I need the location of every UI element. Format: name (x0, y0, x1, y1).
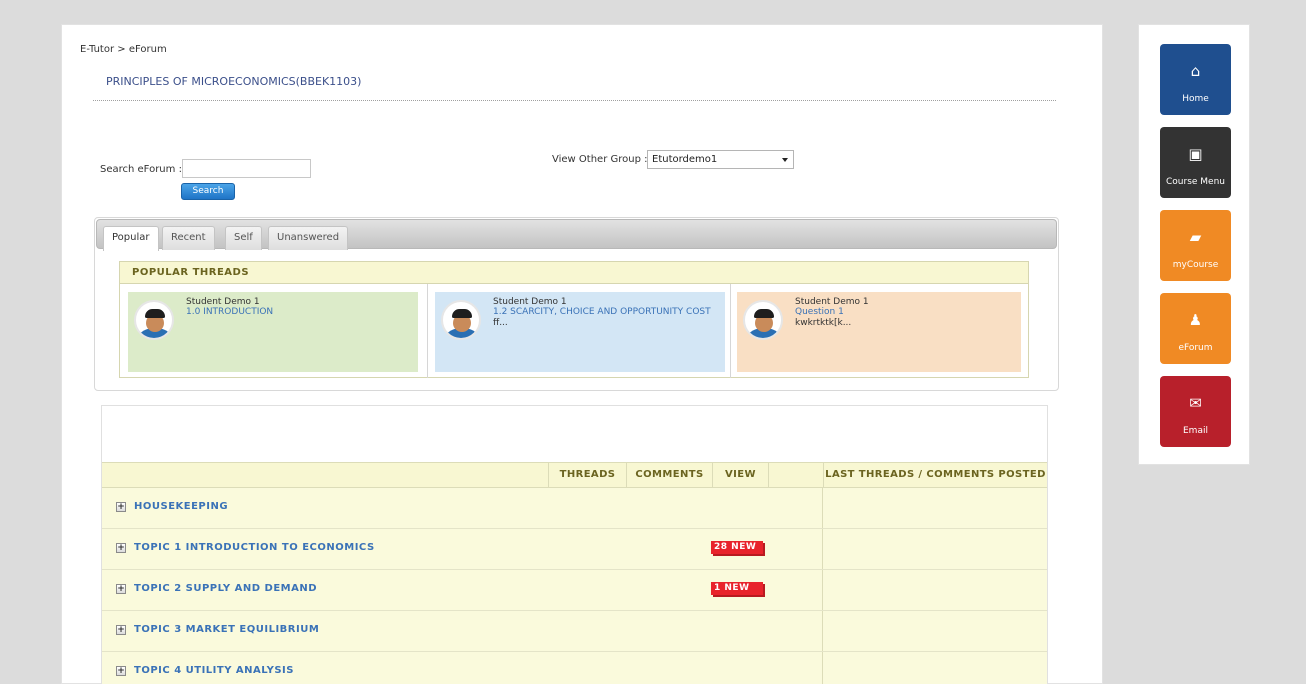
home-icon: ⌂ (1190, 62, 1201, 80)
nav-course-menu-label: Course Menu (1166, 177, 1225, 187)
notebook-icon: ▰ (1189, 228, 1202, 246)
search-label: Search eForum : (100, 164, 182, 175)
chevron-down-icon (782, 158, 788, 162)
thread-author: Student Demo 1 (493, 297, 567, 307)
course-menu-icon: ▣ (1188, 145, 1203, 163)
nav-home-button[interactable]: ⌂ Home (1160, 44, 1231, 115)
tab-unanswered[interactable]: Unanswered (268, 226, 349, 250)
nav-email-button[interactable]: ✉ Email (1160, 376, 1231, 447)
group-label: View Other Group : (552, 154, 648, 165)
people-icon: ♟ (1188, 311, 1203, 329)
nav-eforum-label: eForum (1178, 343, 1213, 353)
divider (427, 284, 428, 378)
column-threads: THREADS (548, 463, 626, 487)
tab-popular[interactable]: Popular (103, 226, 159, 251)
forum-topics-table: THREADS COMMENTS VIEW LAST THREADS / COM… (102, 462, 1047, 684)
table-row[interactable]: + TOPIC 1 INTRODUCTION TO ECONOMICS 28 N… (102, 529, 1047, 570)
thread-card[interactable]: Student Demo 1 Question 1 kwkrtktk[k... (737, 292, 1021, 372)
topic-link[interactable]: TOPIC 2 SUPPLY AND DEMAND (134, 583, 317, 594)
expand-icon[interactable]: + (116, 625, 126, 635)
thread-author: Student Demo 1 (186, 297, 260, 307)
title-divider (93, 100, 1056, 101)
nav-home-label: Home (1182, 94, 1209, 104)
thread-card[interactable]: Student Demo 1 1.2 SCARCITY, CHOICE AND … (435, 292, 725, 372)
thread-author: Student Demo 1 (795, 297, 869, 307)
table-row[interactable]: + TOPIC 2 SUPPLY AND DEMAND 1 NEW (102, 570, 1047, 611)
thread-card[interactable]: Student Demo 1 1.0 INTRODUCTION (128, 292, 418, 372)
nav-email-label: Email (1183, 426, 1208, 436)
new-badge: 28 NEW (711, 541, 763, 554)
topic-link[interactable]: TOPIC 1 INTRODUCTION TO ECONOMICS (134, 542, 375, 553)
column-last-posted: LAST THREADS / COMMENTS POSTED (823, 463, 1047, 487)
table-row[interactable]: + TOPIC 3 MARKET EQUILIBRIUM (102, 611, 1047, 652)
thread-title[interactable]: Question 1 (795, 307, 1023, 318)
avatar (743, 300, 783, 340)
new-badge: 1 NEW (711, 582, 763, 595)
thread-title[interactable]: 1.0 INTRODUCTION (186, 307, 414, 318)
tab-self[interactable]: Self (225, 226, 262, 250)
table-row[interactable]: + HOUSEKEEPING (102, 488, 1047, 529)
expand-icon[interactable]: + (116, 543, 126, 553)
page-title: PRINCIPLES OF MICROECONOMICS(BBEK1103) (106, 75, 362, 88)
topic-link[interactable]: TOPIC 4 UTILITY ANALYSIS (134, 665, 294, 676)
nav-mycourse-button[interactable]: ▰ myCourse (1160, 210, 1231, 281)
group-select-value: Etutordemo1 (652, 154, 718, 165)
search-button[interactable]: Search (181, 183, 235, 200)
search-input[interactable] (182, 159, 311, 178)
table-row[interactable]: + TOPIC 4 UTILITY ANALYSIS (102, 652, 1047, 684)
table-header: THREADS COMMENTS VIEW LAST THREADS / COM… (102, 462, 1047, 488)
thread-snippet: ff... (493, 318, 508, 328)
popular-threads-box: POPULAR THREADS Student Demo 1 1.0 INTRO… (119, 261, 1029, 378)
column-comments: COMMENTS (626, 463, 712, 487)
column-spacer (768, 463, 823, 487)
nav-eforum-button[interactable]: ♟ eForum (1160, 293, 1231, 364)
topic-link[interactable]: HOUSEKEEPING (134, 501, 228, 512)
expand-icon[interactable]: + (116, 666, 126, 676)
divider (730, 284, 731, 378)
tab-recent[interactable]: Recent (162, 226, 215, 250)
nav-mycourse-label: myCourse (1172, 260, 1219, 270)
expand-icon[interactable]: + (116, 584, 126, 594)
envelope-icon: ✉ (1189, 394, 1202, 412)
thread-title[interactable]: 1.2 SCARCITY, CHOICE AND OPPORTUNITY COS… (493, 307, 721, 318)
popular-threads-header: POPULAR THREADS (120, 262, 1028, 284)
avatar (134, 300, 174, 340)
topic-link[interactable]: TOPIC 3 MARKET EQUILIBRIUM (134, 624, 319, 635)
group-select[interactable]: Etutordemo1 (647, 150, 794, 169)
tab-strip: Popular Recent Self Unanswered (96, 219, 1057, 251)
avatar (441, 300, 481, 340)
thread-snippet: kwkrtktk[k... (795, 318, 852, 328)
expand-icon[interactable]: + (116, 502, 126, 512)
nav-course-menu-button[interactable]: ▣ Course Menu (1160, 127, 1231, 198)
column-view: VIEW (712, 463, 768, 487)
breadcrumb: E-Tutor > eForum (80, 44, 167, 55)
